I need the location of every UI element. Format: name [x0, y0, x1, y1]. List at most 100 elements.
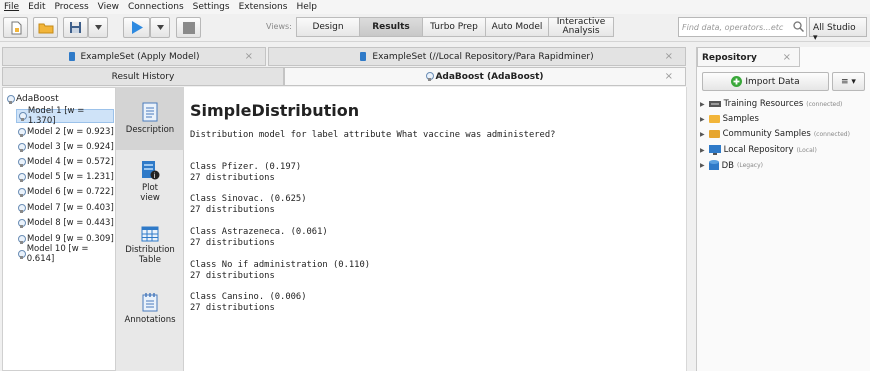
repo-item-local-repository[interactable]: ▶ Local Repository (Local): [700, 145, 817, 155]
tab-exampleset-apply-model[interactable]: ExampleSet (Apply Model) ×: [2, 47, 266, 66]
run-process-button[interactable]: [123, 17, 150, 38]
view-auto-model-button[interactable]: Auto Model: [485, 17, 549, 37]
expand-arrow-icon[interactable]: ▶: [700, 131, 705, 138]
repo-item-training-resources[interactable]: ▶ Training Resources (connected): [700, 99, 842, 109]
tab-exampleset-local-repository[interactable]: ExampleSet (//Local Repository/Para Rapi…: [268, 47, 686, 66]
close-icon[interactable]: ×: [245, 51, 253, 62]
model-description-panel: SimpleDistribution Distribution model fo…: [184, 87, 686, 371]
menu-extensions[interactable]: Extensions: [239, 2, 288, 12]
model-icon: [18, 172, 26, 182]
tab-label: ExampleSet (Apply Model): [80, 51, 200, 62]
model-icon: [18, 203, 26, 213]
tree-item-label: Model 6 [w = 0.722]: [27, 187, 114, 197]
tree-root[interactable]: AdaBoost: [7, 94, 59, 104]
view-design-button[interactable]: Design: [296, 17, 360, 37]
save-dropdown-button[interactable]: [88, 17, 108, 38]
folder-icon: [38, 23, 53, 34]
tree-item-model-7[interactable]: Model 7 [w = 0.403]: [16, 201, 114, 215]
description-view-button[interactable]: Description: [116, 87, 184, 150]
chevron-down-icon: [156, 25, 164, 30]
menu-bar: File Edit Process View Connections Setti…: [0, 0, 870, 14]
plot-view-label: Plot view: [140, 183, 160, 203]
class-count: 27 distributions: [190, 303, 275, 313]
class-name: Class Astrazeneca. (0.061): [190, 227, 328, 237]
menu-view[interactable]: View: [98, 2, 119, 12]
tree-item-model-1[interactable]: Model 1 [w = 1.370]: [16, 106, 114, 126]
stop-icon: [182, 21, 195, 34]
tree-item-model-6[interactable]: Model 6 [w = 0.722]: [16, 185, 114, 199]
tree-item-model-5[interactable]: Model 5 [w = 1.231]: [16, 170, 114, 184]
repo-item-note: (Legacy): [737, 162, 763, 169]
studio-filter-select[interactable]: All Studio ▾: [809, 17, 867, 43]
tree-item-model-4[interactable]: Model 4 [w = 0.572]: [16, 155, 114, 169]
repo-item-label: Community Samples: [722, 129, 811, 139]
stop-process-button[interactable]: [176, 17, 201, 38]
import-data-button[interactable]: Import Data: [702, 72, 829, 91]
view-results-button[interactable]: Results: [359, 17, 423, 37]
computer-icon: [708, 145, 721, 155]
tab-repository[interactable]: Repository ×: [697, 47, 800, 67]
close-icon[interactable]: ×: [665, 51, 673, 62]
expand-arrow-icon[interactable]: ▶: [700, 101, 705, 108]
model-tree: AdaBoost Model 1 [w = 1.370] Model 2 [w …: [2, 87, 116, 371]
view-interactive-analysis-button[interactable]: Interactive Analysis: [548, 17, 614, 37]
repository-tab-label: Repository: [702, 53, 757, 63]
class-count: 27 distributions: [190, 238, 275, 248]
expand-arrow-icon[interactable]: ▶: [700, 162, 705, 169]
search-input[interactable]: Find data, operators...etc: [678, 17, 807, 37]
menu-settings[interactable]: Settings: [193, 2, 230, 12]
new-process-button[interactable]: [3, 17, 28, 38]
model-icon: [18, 234, 26, 244]
menu-process[interactable]: Process: [55, 2, 89, 12]
search-icon: [793, 21, 804, 32]
expand-arrow-icon[interactable]: ▶: [700, 116, 705, 123]
tree-item-model-10[interactable]: Model 10 [w = 0.614]: [16, 244, 114, 264]
class-name: Class No if administration (0.110): [190, 260, 371, 270]
plot-view-button[interactable]: i Plot view: [116, 160, 184, 203]
tree-item-model-8[interactable]: Model 8 [w = 0.443]: [16, 216, 114, 230]
repository-menu-button[interactable]: ≡ ▾: [832, 72, 865, 91]
repo-item-db[interactable]: ▶ DB (Legacy): [700, 160, 763, 171]
menu-file[interactable]: File: [4, 2, 19, 12]
view-turbo-prep-button[interactable]: Turbo Prep: [422, 17, 486, 37]
menu-help[interactable]: Help: [296, 2, 317, 12]
database-icon: [708, 160, 719, 170]
new-file-icon: [11, 21, 21, 34]
distribution-table-button[interactable]: Distribution Table: [116, 226, 184, 265]
repository-panel: Repository × Import Data ≡ ▾ ▶ Training …: [696, 47, 870, 371]
tree-item-label: Model 8 [w = 0.443]: [27, 218, 114, 228]
tab-result-history[interactable]: Result History: [2, 67, 284, 86]
repo-item-note: (Local): [796, 146, 817, 154]
tree-item-model-3[interactable]: Model 3 [w = 0.924]: [16, 140, 114, 154]
class-name: Class Pfizer. (0.197): [190, 162, 302, 172]
model-icon: [18, 127, 26, 137]
save-process-button[interactable]: [63, 17, 88, 38]
close-icon[interactable]: ×: [783, 52, 791, 63]
expand-arrow-icon[interactable]: ▶: [700, 147, 705, 154]
annotations-icon: [142, 293, 158, 312]
plot-view-icon: i: [142, 161, 160, 180]
close-icon[interactable]: ×: [665, 71, 673, 82]
repo-item-samples[interactable]: ▶ Samples: [700, 114, 759, 124]
annotations-button[interactable]: Annotations: [116, 293, 184, 325]
tree-item-label: Model 2 [w = 0.923]: [27, 127, 114, 137]
tree-item-label: Model 3 [w = 0.924]: [27, 142, 114, 152]
menu-connections[interactable]: Connections: [128, 2, 184, 12]
open-process-button[interactable]: [33, 17, 58, 38]
tab-label: AdaBoost (AdaBoost): [435, 71, 544, 82]
tab-label: ExampleSet (//Local Repository/Para Rapi…: [372, 51, 594, 62]
description-view-label: Description: [125, 125, 175, 135]
tree-item-label: Model 1 [w = 1.370]: [27, 106, 85, 126]
run-dropdown-button[interactable]: [150, 17, 170, 38]
repo-item-community-samples[interactable]: ▶ Community Samples (connected): [700, 129, 850, 139]
tree-item-label: Model 7 [w = 0.403]: [27, 203, 114, 213]
community-folder-icon: [708, 130, 720, 138]
tree-item-model-2[interactable]: Model 2 [w = 0.923]: [16, 125, 114, 139]
tab-label: Result History: [111, 71, 175, 82]
table-icon: [141, 226, 159, 242]
play-icon: [131, 21, 143, 34]
menu-edit[interactable]: Edit: [28, 2, 45, 12]
tab-adaboost[interactable]: AdaBoost (AdaBoost) ×: [284, 67, 686, 86]
folder-icon: [708, 115, 720, 123]
repo-item-note: (connected): [806, 100, 843, 108]
